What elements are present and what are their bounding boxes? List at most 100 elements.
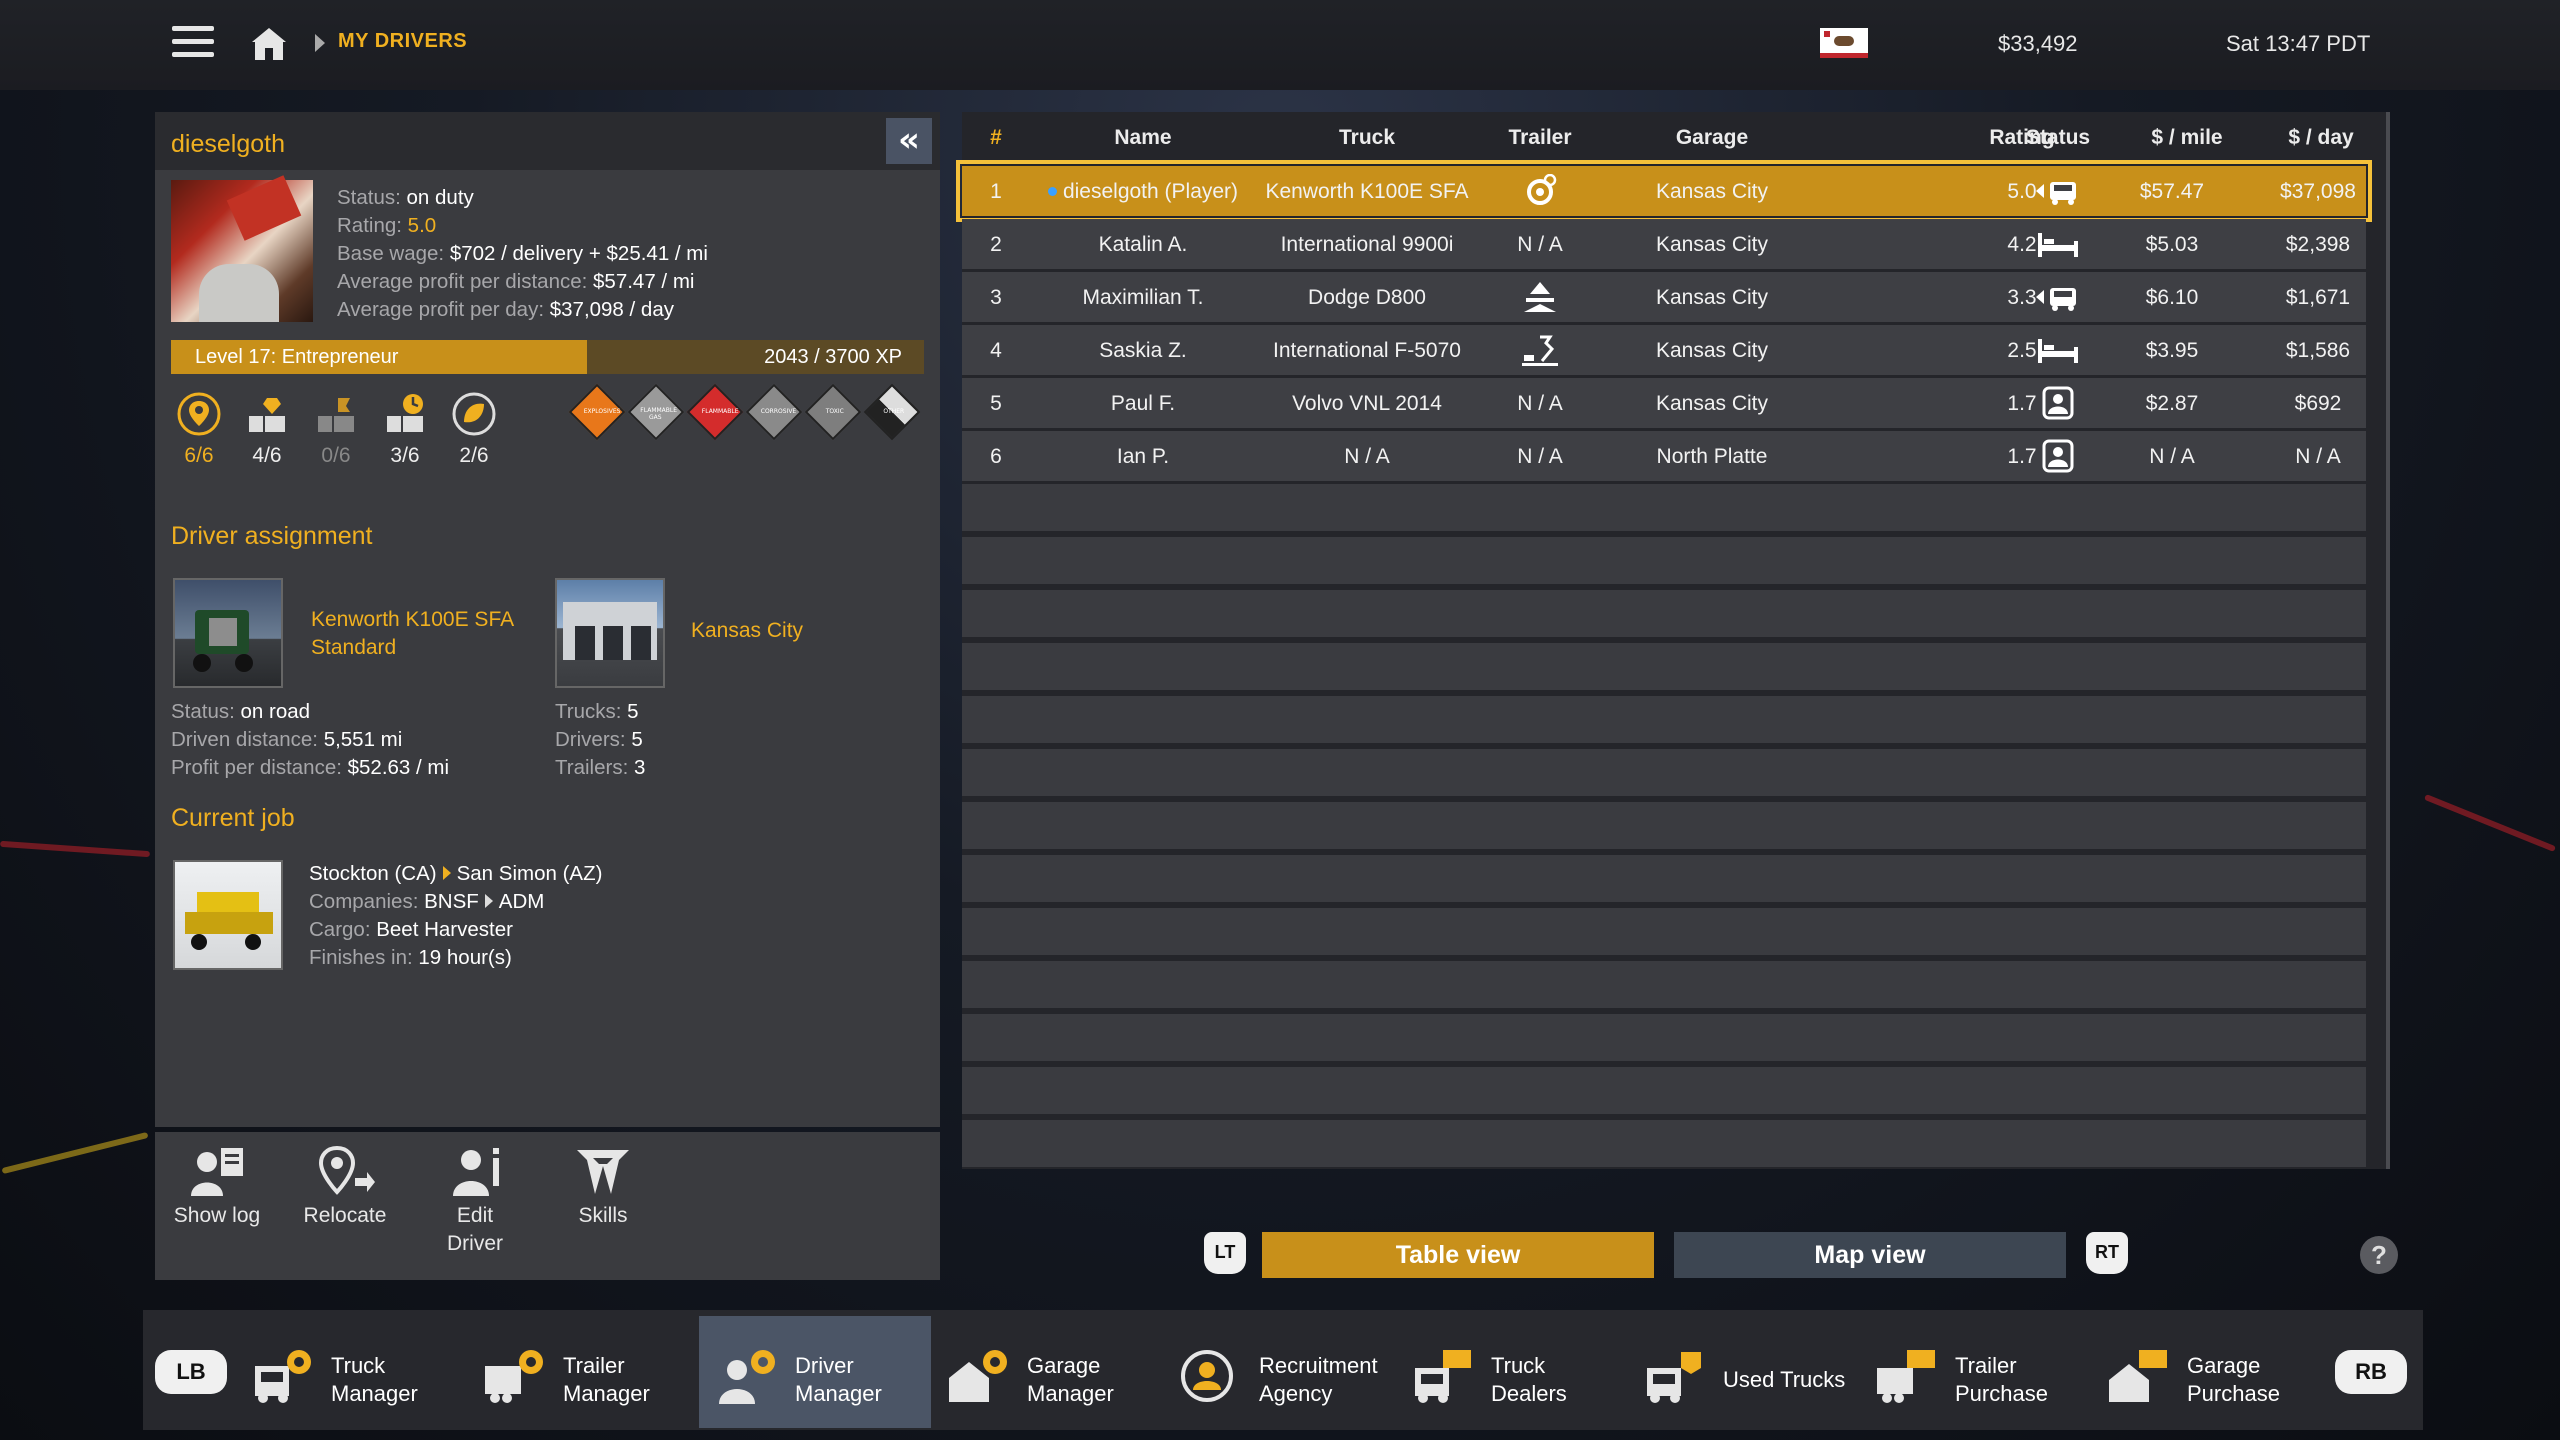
skill-high-value-cargo[interactable]: 4/6	[239, 392, 295, 468]
home-icon[interactable]	[250, 26, 288, 62]
breadcrumb[interactable]: MY DRIVERS	[338, 30, 467, 53]
table-cell-garage: Kansas City	[1602, 392, 1822, 416]
column-header-trailer[interactable]: Trailer	[1482, 126, 1598, 150]
adr-corrosive-icon: CORROSIVE	[745, 383, 803, 441]
cell-text: N / A	[1517, 392, 1563, 415]
truck-dealers-icon	[1415, 1350, 1471, 1403]
nav-label: Garage Purchase	[2187, 1353, 2280, 1406]
background-light-streak	[1, 1131, 149, 1175]
table-header: # Name Truck Trailer Garage Rating Statu…	[962, 112, 2372, 162]
stat-label: Drivers:	[555, 728, 626, 751]
table-row[interactable]: 1 dieselgoth (Player) Kenworth K100E SFA Ka…	[956, 160, 2372, 222]
cell-text: 1	[990, 180, 1002, 203]
column-header-number[interactable]: #	[962, 126, 1030, 150]
adr-other-icon: OTHER	[863, 383, 921, 441]
nav-label: Used Trucks	[1723, 1367, 1846, 1392]
table-cell-truck: International F-5070	[1252, 339, 1482, 363]
skill-just-in-time[interactable]: 3/6	[377, 392, 433, 468]
table-cell-day: N / A	[2232, 445, 2404, 469]
rb-bumper-button[interactable]: RB	[2335, 1350, 2407, 1394]
table-cell-name: Katalin A.	[1038, 233, 1248, 257]
adr-toxic-icon: TOXIC	[804, 383, 862, 441]
table-scrollbar[interactable]	[2386, 112, 2390, 1169]
column-header-name[interactable]: Name	[1038, 126, 1248, 150]
assigned-truck-thumbnail[interactable]	[173, 578, 283, 688]
cell-text: N / A	[1344, 445, 1390, 468]
lb-bumper-button[interactable]: LB	[155, 1350, 227, 1394]
table-row[interactable]: 4 Saskia Z. International F-5070 Kansas Cit…	[962, 325, 2366, 375]
stat-value: $52.63 / mi	[347, 756, 450, 779]
help-button[interactable]: ?	[2360, 1236, 2398, 1274]
skill-value: 0/6	[321, 444, 351, 467]
nav-driver-manager[interactable]: Driver Manager	[699, 1316, 931, 1428]
driver-actions-bar: Show log Relocate Edit Driver Skills	[155, 1132, 940, 1280]
empty-table-row	[962, 1067, 2366, 1114]
column-header-truck[interactable]: Truck	[1252, 126, 1482, 150]
map-view-button[interactable]: Map view	[1674, 1232, 2066, 1278]
fragile-cargo-icon	[318, 398, 354, 432]
rt-trigger-button[interactable]: RT	[2086, 1232, 2128, 1274]
edit-driver-label: Driver	[447, 1232, 503, 1255]
skills-button[interactable]: Skills	[543, 1144, 663, 1230]
cell-text: Kansas City	[1655, 392, 1769, 415]
cargo-thumbnail	[173, 860, 283, 970]
table-cell-garage: North Platte	[1602, 445, 1822, 469]
skills-icon	[577, 1150, 629, 1194]
table-row[interactable]: 2 Katalin A. International 9900i N / A Kansa…	[962, 219, 2366, 269]
nav-garage-purchase[interactable]: Garage Purchase	[2091, 1316, 2323, 1428]
cell-text: Paul F.	[1110, 392, 1176, 415]
cell-text: Katalin A.	[1098, 233, 1188, 256]
lt-trigger-button[interactable]: LT	[1204, 1232, 1246, 1274]
table-view-button[interactable]: Table view	[1262, 1232, 1654, 1278]
driver-name: dieselgoth	[171, 130, 285, 158]
table-cell-day: $37,098	[2232, 180, 2404, 204]
table-row[interactable]: 5 Paul F. Volvo VNL 2014 N / A Kansas City 1.…	[962, 378, 2366, 428]
nav-label: Garage Manager	[1027, 1353, 1114, 1406]
column-header-garage[interactable]: Garage	[1602, 126, 1822, 150]
nav-trailer-manager[interactable]: Trailer Manager	[467, 1316, 699, 1428]
adr-flammable-gas-icon: FLAMMABLE GAS	[627, 383, 685, 441]
empty-table-row	[962, 855, 2366, 902]
table-cell-mile: $5.03	[2122, 233, 2222, 257]
xp-label: 2043 / 3700 XP	[764, 346, 902, 368]
cell-text: Maximilian T.	[1082, 286, 1204, 309]
adr-label: FLAMMABLE	[701, 408, 739, 416]
relocate-button[interactable]: Relocate	[285, 1144, 405, 1230]
rating-value: 5.0	[407, 214, 437, 237]
route-arrow-icon	[442, 866, 451, 880]
cell-text: N / A	[1517, 445, 1563, 468]
cell-text: $37,098	[2280, 180, 2356, 203]
collapse-panel-button[interactable]: «	[886, 118, 932, 164]
nav-garage-manager[interactable]: Garage Manager	[931, 1316, 1163, 1428]
finishes-label: Finishes in:	[309, 946, 413, 969]
table-cell-day: $1,671	[2232, 286, 2404, 310]
column-header-per-day[interactable]: $ / day	[2256, 126, 2386, 150]
nav-recruitment-agency[interactable]: Recruitment Agency	[1163, 1316, 1395, 1428]
skill-long-distance[interactable]: 6/6	[171, 392, 227, 468]
empty-table-row	[962, 696, 2366, 743]
nav-trailer-purchase[interactable]: Trailer Purchase	[1859, 1316, 2091, 1428]
empty-table-row	[962, 1120, 2366, 1167]
hamburger-menu-icon[interactable]	[172, 26, 214, 62]
edit-driver-button[interactable]: Edit Driver	[415, 1144, 535, 1258]
cell-text: Ian P.	[1116, 445, 1170, 468]
nav-used-trucks[interactable]: Used Trucks	[1627, 1316, 1859, 1428]
assigned-garage-thumbnail[interactable]	[555, 578, 665, 688]
assigned-truck-name[interactable]: Kenworth K100E SFA Standard	[311, 606, 514, 662]
cell-text: Kenworth K100E SFA	[1265, 180, 1469, 203]
skill-eco-driving[interactable]: 2/6	[446, 392, 502, 468]
assigned-garage-name[interactable]: Kansas City	[691, 619, 803, 643]
skill-fragile-cargo[interactable]: 0/6	[308, 392, 364, 468]
table-row[interactable]: 6 Ian P. N / A N / A North Platte 1.7 N / A N /…	[962, 431, 2366, 481]
nav-truck-dealers[interactable]: Truck Dealers	[1395, 1316, 1627, 1428]
table-row[interactable]: 3 Maximilian T. Dodge D800 Kansas City 3.3 $6…	[962, 272, 2366, 322]
nav-truck-manager[interactable]: Truck Manager	[235, 1316, 467, 1428]
driver-manager-icon	[719, 1350, 775, 1404]
empty-table-row	[962, 961, 2366, 1008]
table-cell-num: 6	[962, 445, 1030, 469]
stat-label: Trucks:	[555, 700, 622, 723]
cell-text: 3	[990, 286, 1002, 309]
job-origin: Stockton (CA)	[309, 862, 437, 885]
show-log-button[interactable]: Show log	[157, 1144, 277, 1230]
cell-text: 1.7	[2007, 392, 2037, 415]
